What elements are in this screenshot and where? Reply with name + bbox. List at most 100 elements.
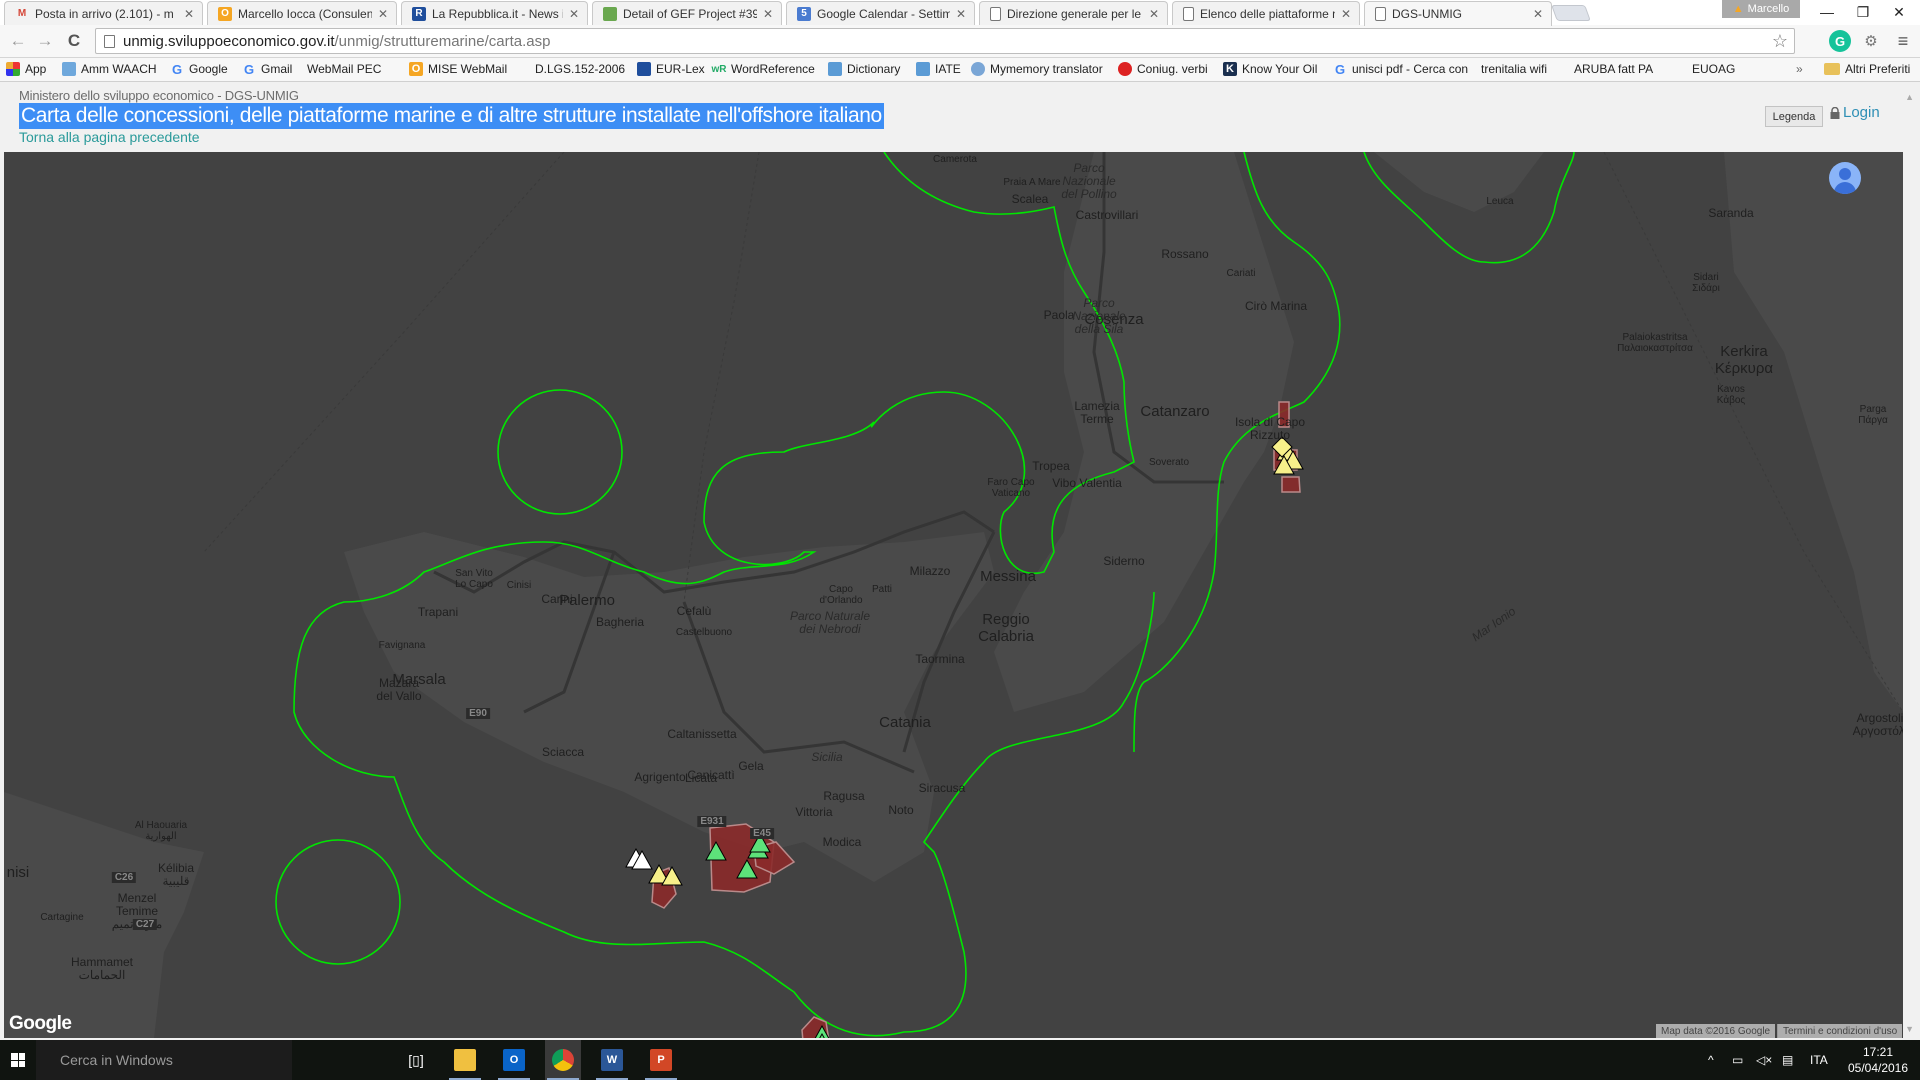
folder-icon: [1824, 63, 1840, 75]
bookmark-item[interactable]: G Gmail: [242, 62, 292, 77]
bookmark-item[interactable]: wR WordReference: [712, 62, 815, 76]
bookmark-item[interactable]: Coniug. verbi: [1118, 62, 1208, 76]
start-button[interactable]: [0, 1040, 36, 1080]
browser-tab[interactable]: Detail of GEF Project #398 ✕: [592, 1, 782, 25]
tab-close-icon[interactable]: ✕: [569, 7, 579, 21]
map-place-label: Favignana: [378, 640, 426, 651]
back-button[interactable]: ←: [6, 29, 30, 53]
browser-tab[interactable]: 5 Google Calendar - Settima ✕: [786, 1, 975, 25]
bookmark-item[interactable]: EUOAG: [1692, 62, 1735, 157]
map-place-label: Tropea: [1032, 459, 1070, 473]
bookmark-item[interactable]: O MISE WebMail: [409, 62, 507, 76]
tab-close-icon[interactable]: ✕: [763, 7, 773, 21]
bookmark-label: unisci pdf - Cerca con: [1352, 62, 1469, 76]
land-sicily: [344, 532, 994, 882]
road-shield: C27: [132, 919, 158, 930]
browser-tab[interactable]: R La Repubblica.it - News in ✕: [401, 1, 588, 25]
legend-button[interactable]: Legenda: [1765, 106, 1823, 127]
map-place-label: Siracusa: [918, 781, 966, 795]
iate-icon: [916, 62, 930, 76]
tab-close-icon[interactable]: ✕: [1149, 7, 1159, 21]
word-button[interactable]: W: [594, 1040, 630, 1080]
office-icon: O: [409, 62, 423, 76]
map-place-label: Castrovillari: [1075, 208, 1139, 222]
reload-button[interactable]: C: [62, 29, 86, 53]
task-view-button[interactable]: [▯]: [398, 1040, 434, 1080]
other-bookmarks-folder[interactable]: Altri Preferiti: [1824, 62, 1910, 76]
bookmark-label: Know Your Oil: [1242, 62, 1318, 76]
bookmark-item[interactable]: Gunisci pdf - Cerca con: [1333, 62, 1469, 77]
grammarly-extension-icon[interactable]: G: [1829, 30, 1851, 52]
bookmark-item[interactable]: Amm WAACH: [62, 62, 157, 76]
offshore-boundary-line: [275, 839, 401, 965]
tab-close-icon[interactable]: ✕: [956, 7, 966, 21]
bookmark-item[interactable]: G Google: [170, 62, 228, 77]
bookmarks-overflow-button[interactable]: »: [1796, 62, 1803, 76]
bookmark-item[interactable]: IATE: [916, 62, 961, 76]
outlook-button[interactable]: O: [496, 1040, 532, 1080]
action-center-icon[interactable]: ▤: [1782, 1040, 1793, 1080]
scrollbar-up-arrow[interactable]: ▲: [1905, 92, 1914, 102]
language-indicator[interactable]: ITA: [1810, 1040, 1828, 1080]
page-icon: [1183, 6, 1194, 21]
file-explorer-button[interactable]: [447, 1040, 483, 1080]
system-clock[interactable]: 17:21 05/04/2016: [1838, 1044, 1918, 1076]
bookmark-item[interactable]: Dictionary: [828, 62, 900, 76]
kyo-icon: K: [1223, 62, 1237, 76]
map-canvas[interactable]: Camerota Praia A Mare Parco Nazionale del …: [4, 152, 1903, 1038]
browser-tab[interactable]: DGS-UNMIG ✕: [1364, 1, 1552, 26]
map-place-label: Paola: [1043, 308, 1075, 322]
bookmark-item[interactable]: trenitalia wifi: [1481, 62, 1547, 157]
back-link[interactable]: Torna alla pagina precedente: [19, 129, 200, 145]
windows-search-box[interactable]: Cerca in Windows: [36, 1040, 292, 1080]
extension-icon[interactable]: ⚙: [1860, 30, 1882, 52]
chrome-button[interactable]: [545, 1040, 581, 1080]
powerpoint-button[interactable]: P: [643, 1040, 679, 1080]
bookmark-item[interactable]: D.LGS.152-2006: [535, 62, 625, 157]
browser-tab[interactable]: O Marcello Iocca (Consulent ✕: [207, 1, 397, 25]
concession-area[interactable]: [1281, 476, 1301, 493]
volume-muted-icon[interactable]: ◁×: [1756, 1040, 1772, 1080]
bookmark-star-icon[interactable]: ☆: [1772, 31, 1788, 52]
map-place-label: nisi: [6, 864, 30, 881]
map-user-avatar[interactable]: [1829, 162, 1861, 194]
tab-close-icon[interactable]: ✕: [1341, 7, 1351, 21]
map-place-label: Milazzo: [909, 564, 951, 578]
bookmark-item[interactable]: Mymemory translator: [971, 62, 1103, 76]
tab-close-icon[interactable]: ✕: [378, 7, 388, 21]
bookmark-item[interactable]: WebMail PEC: [307, 62, 381, 157]
browser-tab[interactable]: Direzione generale per le ✕: [979, 1, 1168, 25]
bookmark-item[interactable]: ARUBA fatt PA: [1574, 62, 1653, 157]
bookmark-item[interactable]: App: [6, 62, 46, 76]
task-view-icon: [▯]: [408, 1051, 424, 1068]
new-tab-button[interactable]: [1551, 5, 1591, 21]
scrollbar-down-arrow[interactable]: ▼: [1905, 1024, 1914, 1034]
show-hidden-icons-button[interactable]: ^: [1708, 1040, 1714, 1080]
login-link[interactable]: Login: [1830, 104, 1880, 121]
map-place-label: Hammamet الحمامات: [70, 955, 134, 983]
bookmark-label: Amm WAACH: [81, 62, 157, 76]
address-bar[interactable]: unmig.sviluppoeconomico.gov.it /unmig/st…: [95, 28, 1795, 54]
bookmark-item[interactable]: EUR-Lex: [637, 62, 705, 76]
chrome-menu-icon[interactable]: ≡: [1892, 30, 1914, 52]
map-place-label: Canicattì: [687, 768, 735, 782]
terms-link[interactable]: Termini e condizioni d'uso: [1777, 1024, 1903, 1038]
browser-toolbar: ← → C unmig.sviluppoeconomico.gov.it /un…: [0, 25, 1920, 58]
bookmark-item[interactable]: K Know Your Oil: [1223, 62, 1317, 76]
tab-close-icon[interactable]: ✕: [184, 7, 194, 21]
page-icon: [1375, 7, 1386, 21]
browser-tab[interactable]: M Posta in arrivo (2.101) - m ✕: [4, 1, 203, 25]
profile-button[interactable]: ▲ Marcello: [1722, 0, 1800, 18]
forward-button[interactable]: →: [33, 29, 57, 53]
map-place-label: Parco Nazionale del Pollino: [1061, 161, 1117, 202]
tab-title: Google Calendar - Settima: [817, 6, 950, 21]
browser-tab[interactable]: Elenco delle piattaforme n ✕: [1172, 1, 1360, 25]
tab-close-icon[interactable]: ✕: [1533, 7, 1543, 21]
road-shield: C26: [111, 872, 137, 883]
power-icon[interactable]: ▭: [1732, 1040, 1743, 1080]
close-window-button[interactable]: ✕: [1876, 0, 1920, 24]
tab-title: Direzione generale per le: [1007, 6, 1142, 21]
map-place-label: Saranda: [1708, 206, 1754, 220]
map-place-label: Vittoria: [795, 805, 833, 819]
bookmark-label: WordReference: [731, 62, 815, 76]
